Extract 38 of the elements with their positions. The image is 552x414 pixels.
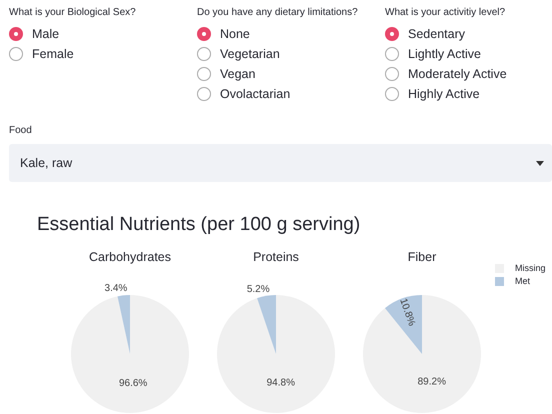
radio-button[interactable] <box>197 47 211 61</box>
radio-button[interactable] <box>197 87 211 101</box>
question-label: What is your activitiy level? <box>385 7 506 18</box>
option-label[interactable]: Vegetarian <box>220 47 280 61</box>
legend-label: Missing <box>515 263 546 273</box>
caret-icon <box>536 160 544 166</box>
option-label[interactable]: Sedentary <box>408 27 465 41</box>
option-label[interactable]: Female <box>32 47 74 61</box>
data-label: 3.4% <box>104 283 128 294</box>
option-label[interactable]: None <box>220 27 250 41</box>
section-title: Essential Nutrients (per 100 g serving) <box>37 214 362 236</box>
option-label[interactable]: Ovolactarian <box>220 87 290 101</box>
legend-label: Met <box>515 276 530 286</box>
chart-title: Proteins <box>253 250 299 264</box>
option-label[interactable]: Highly Active <box>408 87 480 101</box>
radio-button[interactable] <box>197 27 211 41</box>
data-label: 5.2% <box>246 284 270 296</box>
radio-button[interactable] <box>385 87 399 101</box>
option-label[interactable]: Lightly Active <box>408 47 481 61</box>
radio-button[interactable] <box>385 47 399 61</box>
option-label[interactable]: Moderately Active <box>408 67 507 81</box>
chart-title: Carbohydrates <box>89 250 171 264</box>
radio-button[interactable] <box>9 47 23 61</box>
radio-button[interactable] <box>385 27 399 41</box>
radio-button[interactable] <box>385 67 399 81</box>
data-label: 94.8% <box>266 378 295 389</box>
question-label: What is your Biological Sex? <box>9 7 137 18</box>
food-select[interactable]: Kale, raw <box>9 144 552 182</box>
field-label: Food <box>9 125 33 136</box>
chart-title: Fiber <box>408 250 436 264</box>
radio-button[interactable] <box>197 67 211 81</box>
data-label: 89.2% <box>418 376 446 388</box>
data-label: 10.8% <box>397 297 418 328</box>
option-label[interactable]: Vegan <box>220 67 256 81</box>
data-label: 96.6% <box>118 378 148 389</box>
option-label[interactable]: Male <box>32 27 60 41</box>
question-label: Do you have any dietary limitations? <box>197 7 359 18</box>
radio-button[interactable] <box>9 27 23 41</box>
